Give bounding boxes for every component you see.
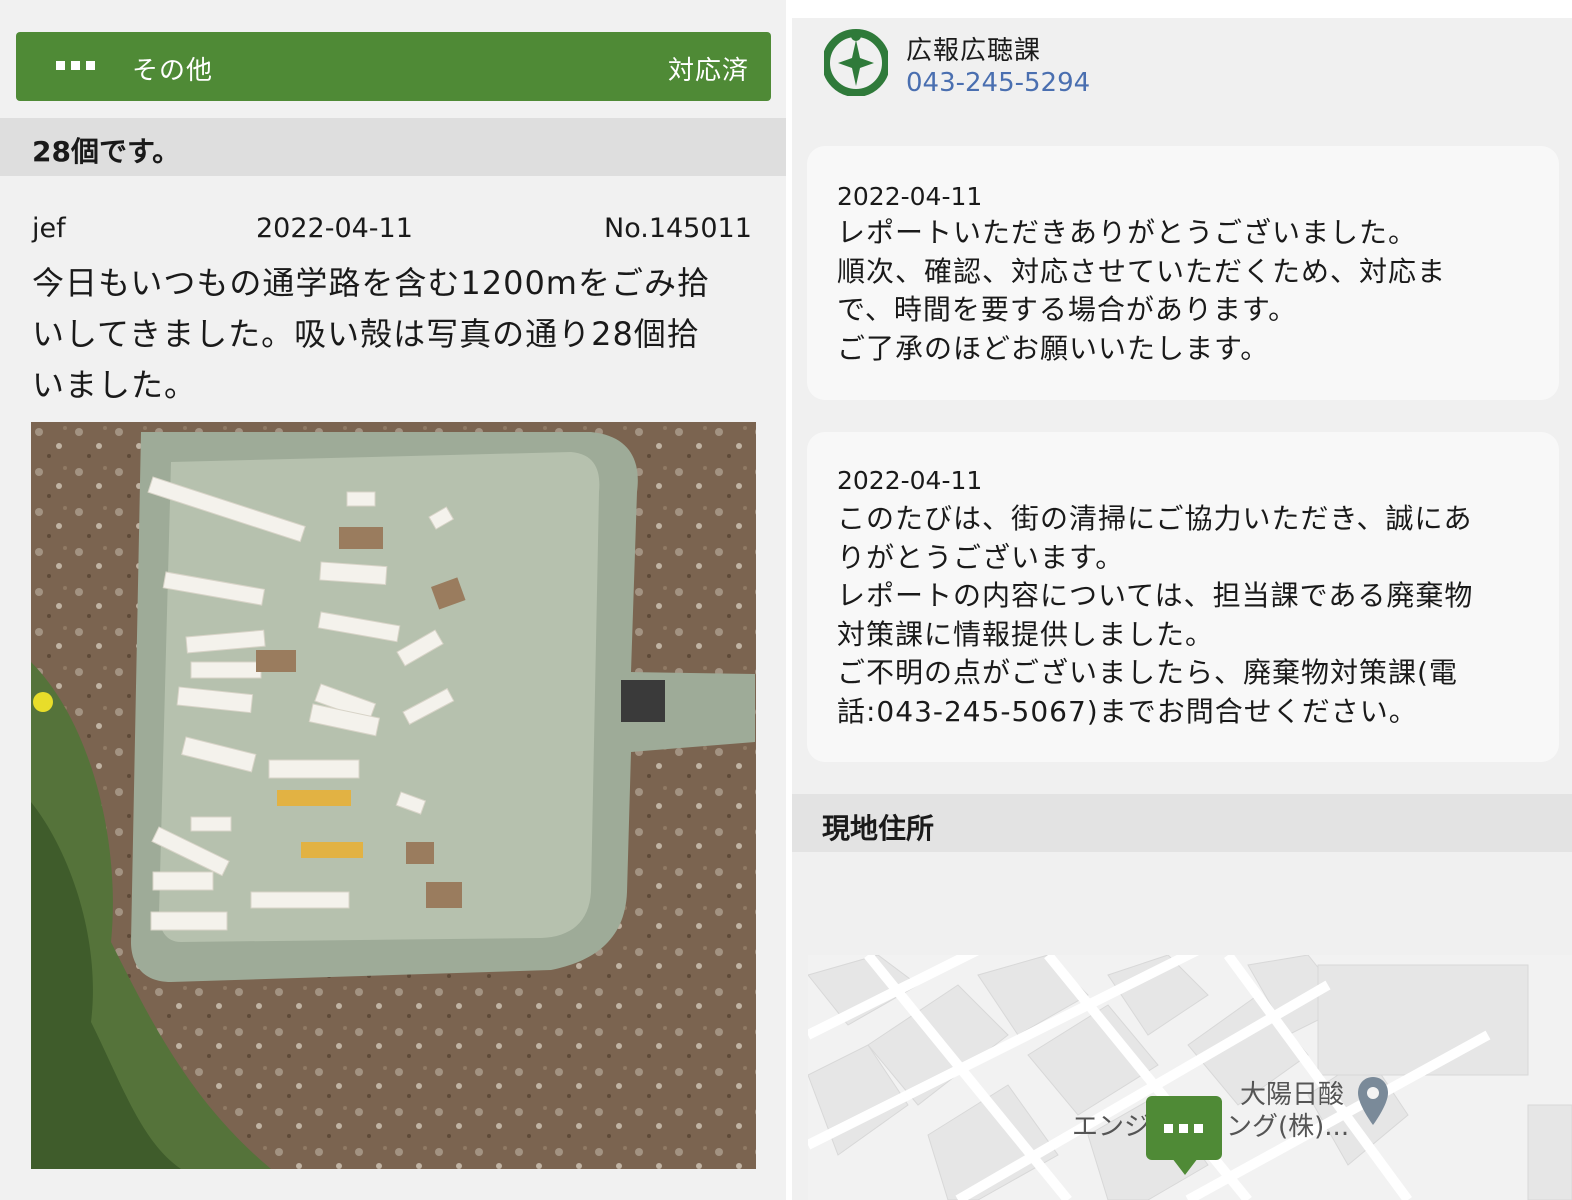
reply-card: 2022-04-11 このたびは、街の清掃にご協力いただき、誠にあ りがとうござ… <box>807 432 1559 762</box>
report-photo[interactable] <box>31 422 756 1169</box>
category-label: その他 <box>132 56 214 86</box>
reply-card: 2022-04-11 レポートいただきありがとうございました。 順次、確認、対応… <box>807 146 1559 400</box>
reply-date: 2022-04-11 <box>837 466 983 495</box>
report-body-line: いしてきました。吸い殻は写真の通り28個拾 <box>32 315 700 353</box>
reply-line: ご不明の点がございましたら、廃棄物対策課(電 <box>837 656 1458 689</box>
report-title: 28個です。 <box>32 135 181 168</box>
report-body-line: 今日もいつもの通学路を含む1200mをごみ拾 <box>32 264 710 302</box>
address-title: 現地住所 <box>822 812 935 845</box>
reply-line: りがとうございます。 <box>837 540 1125 574</box>
reply-line: レポートいただきありがとうございました。 <box>837 216 1418 249</box>
reply-date: 2022-04-11 <box>837 182 983 211</box>
reply-line: 順次、確認、対応させていただくため、対応ま <box>837 254 1447 288</box>
report-date: 2022-04-11 <box>256 213 413 244</box>
report-body-line: いました。 <box>32 366 198 404</box>
report-title-bar: 28個です。 <box>0 118 786 176</box>
map-poi-label: ング(株)... <box>1226 1112 1350 1142</box>
reply-line: 対策課に情報提供しました。 <box>837 617 1215 651</box>
reply-line: で、時間を要する場合があります。 <box>837 293 1298 326</box>
report-body: 今日もいつもの通学路を含む1200mをごみ拾 いしてきました。吸い殻は写真の通り… <box>32 258 752 411</box>
reply-line: 話:043-245-5067)までお問合せください。 <box>837 694 1418 728</box>
marker-tail <box>1172 1158 1198 1175</box>
department-name: 広報広聴課 <box>906 36 1042 66</box>
report-location-marker[interactable] <box>1146 1096 1222 1160</box>
chiba-city-emblem-icon <box>824 29 888 96</box>
report-number: No.145011 <box>604 213 752 244</box>
cigarette-butts-photo <box>31 422 756 1169</box>
reply-text: レポートいただきありがとうございました。 順次、確認、対応させていただくため、対… <box>837 214 1537 368</box>
marker-dots-icon <box>1164 1124 1203 1133</box>
reply-text: このたびは、街の清掃にご協力いただき、誠にあ りがとうございます。 レポートの内… <box>837 500 1537 731</box>
map-poi-label: エンジ <box>1072 1112 1151 1142</box>
map-pin-icon[interactable] <box>1356 1075 1390 1127</box>
reply-line: レポートの内容については、担当課である廃棄物 <box>837 579 1474 612</box>
report-user: jef <box>32 213 66 244</box>
department-phone-link[interactable]: 043-245-5294 <box>906 68 1090 98</box>
category-status-bar[interactable]: その他 対応済 <box>16 32 771 101</box>
status-badge: 対応済 <box>667 56 749 86</box>
category-dots-icon <box>56 61 95 70</box>
reply-line: ご了承のほどお願いいたします。 <box>837 331 1270 365</box>
address-section-header: 現地住所 <box>792 794 1572 852</box>
reply-line: このたびは、街の清掃にご協力いただき、誠にあ <box>837 502 1473 535</box>
